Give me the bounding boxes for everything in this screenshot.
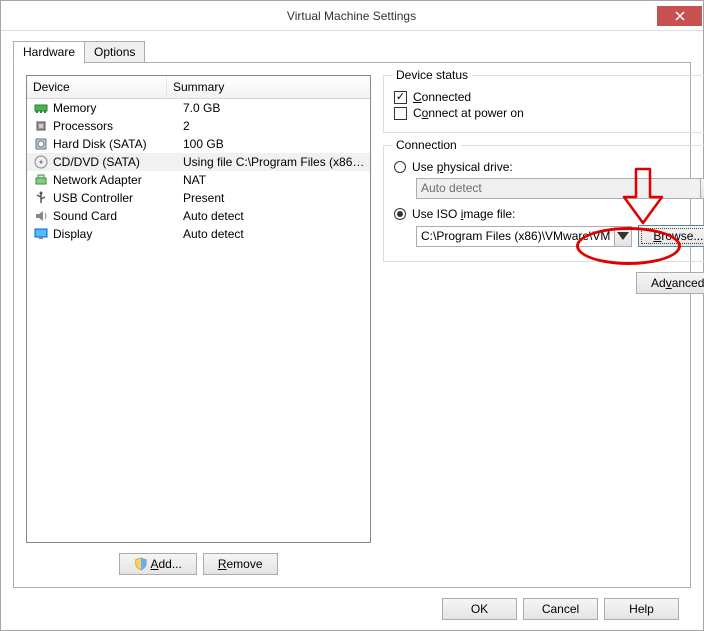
- browse-button[interactable]: Browse...: [638, 225, 704, 247]
- device-summary: 100 GB: [183, 137, 366, 151]
- vm-settings-window: Virtual Machine Settings Hardware Option…: [0, 0, 704, 631]
- sound-icon: [33, 208, 49, 224]
- device-status-title: Device status: [392, 68, 472, 82]
- connect-poweron-checkbox[interactable]: Connect at power on: [394, 106, 704, 120]
- iso-path-input[interactable]: C:\Program Files (x86)\VMware\VM: [416, 226, 615, 247]
- device-summary: NAT: [183, 173, 366, 187]
- device-table: Device Summary Memory7.0 GBProcessors2Ha…: [26, 75, 371, 543]
- radio-icon: [394, 208, 406, 220]
- remove-button[interactable]: Remove: [203, 553, 278, 575]
- device-row-memory[interactable]: Memory7.0 GB: [27, 99, 370, 117]
- device-name: USB Controller: [53, 191, 183, 205]
- tab-hardware[interactable]: Hardware: [13, 41, 85, 63]
- device-row-cd[interactable]: CD/DVD (SATA)Using file C:\Program Files…: [27, 153, 370, 171]
- window-title: Virtual Machine Settings: [46, 9, 657, 23]
- device-name: Hard Disk (SATA): [53, 137, 183, 151]
- checkbox-icon: ✓: [394, 91, 407, 104]
- connected-checkbox[interactable]: ✓ Connected: [394, 90, 704, 104]
- usb-icon: [33, 190, 49, 206]
- device-name: CD/DVD (SATA): [53, 155, 183, 169]
- device-row-hdd[interactable]: Hard Disk (SATA)100 GB: [27, 135, 370, 153]
- col-header-device[interactable]: Device: [27, 76, 167, 99]
- device-name: Display: [53, 227, 183, 241]
- physical-drive-combo: Auto detect: [416, 178, 704, 199]
- display-icon: [33, 226, 49, 242]
- cpu-icon: [33, 118, 49, 134]
- tabstrip: Hardware Options: [13, 41, 691, 63]
- close-button[interactable]: [657, 6, 702, 26]
- use-iso-radio[interactable]: Use ISO image file:: [394, 207, 704, 221]
- chevron-down-icon[interactable]: [615, 226, 632, 247]
- cd-icon: [33, 154, 49, 170]
- physical-drive-value: Auto detect: [416, 178, 701, 199]
- shield-icon: [134, 557, 148, 571]
- ok-button[interactable]: OK: [442, 598, 517, 620]
- device-row-display[interactable]: DisplayAuto detect: [27, 225, 370, 243]
- close-icon: [675, 11, 685, 21]
- hdd-icon: [33, 136, 49, 152]
- device-summary: 2: [183, 119, 366, 133]
- help-button[interactable]: Help: [604, 598, 679, 620]
- device-row-net[interactable]: Network AdapterNAT: [27, 171, 370, 189]
- advanced-button[interactable]: Advanced...: [636, 272, 704, 294]
- device-summary: Auto detect: [183, 227, 366, 241]
- add-button[interactable]: Add...: [119, 553, 196, 575]
- device-row-cpu[interactable]: Processors2: [27, 117, 370, 135]
- device-summary: Auto detect: [183, 209, 366, 223]
- device-summary: 7.0 GB: [183, 101, 366, 115]
- device-name: Sound Card: [53, 209, 183, 223]
- device-status-group: Device status ✓ Connected Connect at pow…: [383, 75, 704, 133]
- titlebar: Virtual Machine Settings: [1, 1, 703, 31]
- device-row-sound[interactable]: Sound CardAuto detect: [27, 207, 370, 225]
- use-physical-radio[interactable]: Use physical drive:: [394, 160, 704, 174]
- connection-title: Connection: [392, 138, 461, 152]
- device-name: Processors: [53, 119, 183, 133]
- checkbox-icon: [394, 107, 407, 120]
- memory-icon: [33, 100, 49, 116]
- device-row-usb[interactable]: USB ControllerPresent: [27, 189, 370, 207]
- tab-options[interactable]: Options: [84, 41, 145, 63]
- dialog-footer: OK Cancel Help: [13, 588, 691, 630]
- device-summary: Present: [183, 191, 366, 205]
- net-icon: [33, 172, 49, 188]
- device-summary: Using file C:\Program Files (x86)\VM...: [183, 155, 366, 169]
- radio-icon: [394, 161, 406, 173]
- connection-group: Connection Use physical drive: Auto dete…: [383, 145, 704, 262]
- cancel-button[interactable]: Cancel: [523, 598, 598, 620]
- device-name: Memory: [53, 101, 183, 115]
- col-header-summary[interactable]: Summary: [167, 76, 370, 99]
- device-name: Network Adapter: [53, 173, 183, 187]
- tab-panel: Device Summary Memory7.0 GBProcessors2Ha…: [13, 62, 691, 588]
